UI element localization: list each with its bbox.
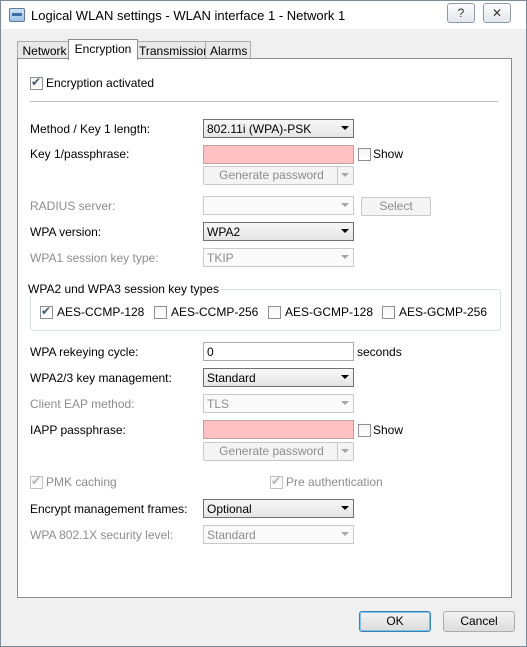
key-management-value: Standard	[207, 371, 256, 385]
radius-server-label: RADIUS server:	[30, 199, 116, 213]
aes-ccmp-128-checkbox[interactable]: ✔	[40, 304, 53, 319]
title-bar: Logical WLAN settings - WLAN interface 1…	[1, 1, 526, 29]
checkmark-icon: ✔	[41, 304, 52, 318]
generate-password-label-1: Generate password	[219, 168, 324, 182]
iapp-passphrase-label: IAPP passphrase:	[30, 423, 126, 437]
key-management-select[interactable]: Standard	[203, 368, 354, 387]
rekeying-cycle-label: WPA rekeying cycle:	[30, 345, 139, 359]
aes-ccmp-256-checkbox[interactable]	[154, 306, 167, 319]
client-eap-value: TLS	[207, 397, 230, 411]
pmk-caching-checkbox[interactable]: ✔	[30, 474, 43, 489]
wpa1-session-key-value: TKIP	[207, 251, 234, 265]
aes-gcmp-256-label: AES-GCMP-256	[399, 305, 488, 319]
encrypt-mgmt-frames-label: Encrypt management frames:	[30, 502, 188, 516]
separator	[30, 101, 498, 102]
checkmark-icon: ✔	[31, 75, 42, 89]
chevron-down-icon	[341, 532, 349, 536]
chevron-down-icon[interactable]	[337, 167, 353, 184]
checkmark-icon: ✔	[271, 474, 282, 488]
wpa-8021x-select[interactable]: Standard	[203, 525, 354, 544]
app-icon	[9, 8, 25, 22]
aes-ccmp-256-label: AES-CCMP-256	[171, 305, 259, 319]
chevron-down-icon	[341, 255, 349, 259]
rekeying-unit-label: seconds	[357, 345, 402, 359]
wpa1-session-key-select[interactable]: TKIP	[203, 248, 354, 267]
cancel-button[interactable]: Cancel	[443, 611, 515, 632]
wpa-8021x-value: Standard	[207, 528, 256, 542]
radius-server-select[interactable]	[203, 196, 354, 215]
ok-button[interactable]: OK	[359, 611, 431, 632]
rekeying-cycle-input[interactable]: 0	[203, 342, 354, 361]
method-value: 802.11i (WPA)-PSK	[207, 122, 312, 136]
session-key-types-title: WPA2 und WPA3 session key types	[26, 282, 221, 296]
key1-show-label: Show	[373, 147, 404, 161]
rekeying-cycle-value: 0	[207, 345, 214, 359]
generate-password-button-2[interactable]: Generate password	[203, 442, 354, 461]
encrypt-mgmt-frames-value: Optional	[207, 502, 252, 516]
iapp-show-checkbox[interactable]	[358, 424, 371, 437]
key1-passphrase-input[interactable]	[203, 145, 354, 164]
client-eap-label: Client EAP method:	[30, 397, 135, 411]
chevron-down-icon	[341, 126, 349, 130]
encryption-activated-label: Encryption activated	[46, 76, 155, 90]
chevron-down-icon	[341, 229, 349, 233]
chevron-down-icon	[341, 203, 349, 207]
chevron-down-icon	[341, 401, 349, 405]
window-title: Logical WLAN settings - WLAN interface 1…	[31, 8, 346, 23]
pre-authentication-checkbox[interactable]: ✔	[270, 474, 283, 489]
encryption-activated-checkbox[interactable]: ✔	[30, 75, 43, 90]
dialog-window: Logical WLAN settings - WLAN interface 1…	[0, 0, 527, 647]
tab-encryption[interactable]: Encryption	[68, 39, 138, 60]
help-button[interactable]: ?	[447, 3, 475, 23]
wpa-version-select[interactable]: WPA2	[203, 222, 354, 241]
checkmark-icon: ✔	[31, 474, 42, 488]
method-label: Method / Key 1 length:	[30, 122, 151, 136]
iapp-show-label: Show	[373, 423, 404, 437]
wpa1-session-key-label: WPA1 session key type:	[30, 251, 159, 265]
wpa-version-label: WPA version:	[30, 225, 102, 239]
encryption-panel: ✔ Encryption activated Method / Key 1 le…	[17, 58, 512, 598]
close-button[interactable]: ✕	[483, 3, 511, 23]
chevron-down-icon	[341, 506, 349, 510]
aes-gcmp-128-label: AES-GCMP-128	[285, 305, 374, 319]
key1-show-checkbox[interactable]	[358, 148, 371, 161]
generate-password-label-2: Generate password	[219, 444, 324, 458]
pre-authentication-label: Pre authentication	[286, 475, 383, 489]
key-management-label: WPA2/3 key management:	[30, 371, 172, 385]
iapp-passphrase-input[interactable]	[203, 420, 354, 439]
encrypt-mgmt-frames-select[interactable]: Optional	[203, 499, 354, 518]
chevron-down-icon	[341, 375, 349, 379]
aes-gcmp-128-checkbox[interactable]	[268, 306, 281, 319]
client-eap-select[interactable]: TLS	[203, 394, 354, 413]
method-select[interactable]: 802.11i (WPA)-PSK	[203, 119, 354, 138]
wpa-version-value: WPA2	[207, 225, 241, 239]
aes-gcmp-256-checkbox[interactable]	[382, 306, 395, 319]
radius-select-button[interactable]: Select	[361, 197, 431, 216]
pmk-caching-label: PMK caching	[46, 475, 117, 489]
wpa-8021x-label: WPA 802.1X security level:	[30, 528, 174, 542]
aes-ccmp-128-label: AES-CCMP-128	[57, 305, 145, 319]
chevron-down-icon[interactable]	[337, 443, 353, 460]
key1-label: Key 1/passphrase:	[30, 147, 130, 161]
generate-password-button-1[interactable]: Generate password	[203, 166, 354, 185]
